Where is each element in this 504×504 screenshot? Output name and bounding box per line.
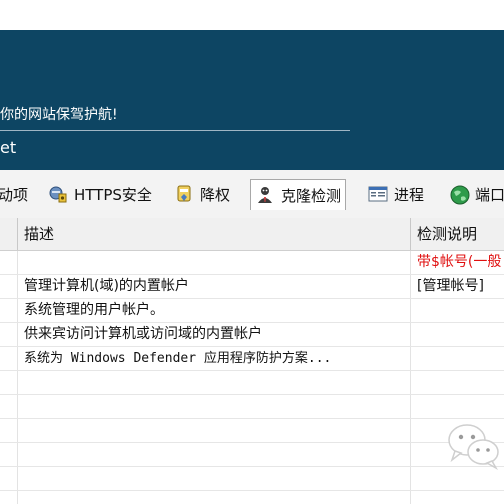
table-row[interactable]: 带$帐号(一般 <box>0 251 504 275</box>
tab-toolbar: 动项 HTTPS安全 降权 克隆检测 进程 端口 <box>0 170 504 218</box>
network-shield-icon <box>48 184 68 204</box>
table-row[interactable] <box>0 467 504 491</box>
table-row[interactable]: 供来宾访问计算机或访问域的内置帐户 <box>0 323 504 347</box>
header-banner: 你的网站保驾护航! et <box>0 0 504 170</box>
banner-slogan: 你的网站保驾护航! <box>0 107 118 123</box>
tab-https-security[interactable]: HTTPS安全 <box>48 181 152 207</box>
row-note <box>417 323 504 346</box>
table-row[interactable]: 管理计算机(域)的内置帐户 [管理帐号] <box>0 275 504 299</box>
row-note <box>417 299 504 322</box>
accounts-table: 描述 检测说明 带$帐号(一般 管理计算机(域)的内置帐户 [管理帐号] 系统管… <box>0 218 504 504</box>
banner-brand-text: et <box>0 138 17 157</box>
column-header-name[interactable] <box>0 218 17 250</box>
row-note: 带$帐号(一般 <box>417 254 502 270</box>
tab-label: 进程 <box>394 185 425 204</box>
table-row[interactable] <box>0 371 504 395</box>
banner-divider <box>0 130 350 131</box>
user-clone-icon <box>255 185 275 205</box>
wechat-icon <box>446 420 502 472</box>
tab-label: 降权 <box>200 185 231 204</box>
table-row[interactable]: 系统管理的用户帐户。 <box>0 299 504 323</box>
shield-badge-icon <box>174 184 194 204</box>
banner-top-strip <box>0 0 504 30</box>
row-description: 系统为 Windows Defender 应用程序防护方案... <box>24 351 332 366</box>
column-header-note[interactable]: 检测说明 <box>411 218 504 250</box>
globe-icon <box>449 184 470 205</box>
row-note: [管理帐号] <box>417 278 484 294</box>
tab-process[interactable]: 进程 <box>368 181 424 207</box>
row-description <box>24 251 404 274</box>
tab-port[interactable]: 端口 <box>449 181 504 207</box>
table-row[interactable] <box>0 443 504 467</box>
row-description: 管理计算机(域)的内置帐户 <box>24 278 189 294</box>
column-header-description[interactable]: 描述 <box>18 218 410 250</box>
table-row[interactable]: 系统为 Windows Defender 应用程序防护方案... <box>0 347 504 371</box>
table-row[interactable] <box>0 419 504 443</box>
tab-downgrade[interactable]: 降权 <box>174 181 230 207</box>
table-row[interactable] <box>0 395 504 419</box>
tab-clone-detection[interactable]: 克隆检测 <box>250 179 347 210</box>
tab-label: HTTPS安全 <box>74 185 152 204</box>
window-list-icon <box>368 184 388 204</box>
table-header: 描述 检测说明 <box>0 218 504 251</box>
tab-label: 克隆检测 <box>281 186 342 205</box>
row-description: 系统管理的用户帐户。 <box>24 302 164 318</box>
row-note <box>417 347 504 370</box>
tab-label: 动项 <box>0 185 29 204</box>
tab-startup[interactable]: 动项 <box>0 181 28 207</box>
tab-label: 端口 <box>475 185 504 204</box>
row-description: 供来宾访问计算机或访问域的内置帐户 <box>24 326 262 342</box>
